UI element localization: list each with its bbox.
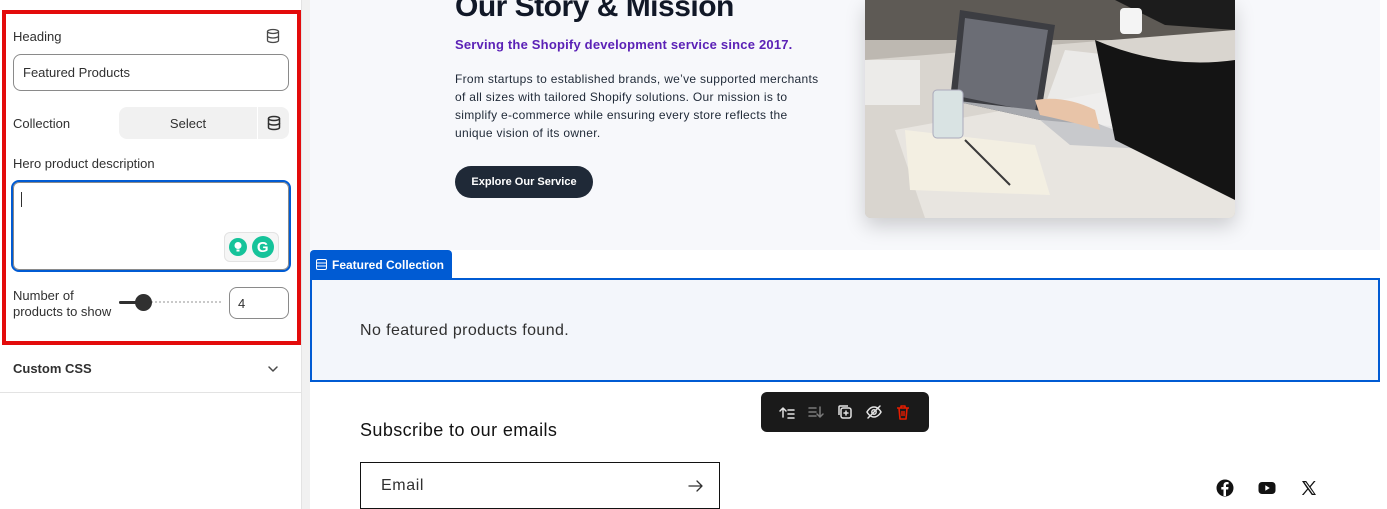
hero-image xyxy=(865,0,1235,218)
delete-icon[interactable] xyxy=(894,403,912,421)
custom-css-label: Custom CSS xyxy=(13,361,92,376)
sidebar-divider xyxy=(302,0,310,509)
move-down-icon[interactable] xyxy=(807,403,825,421)
arrow-right-icon[interactable] xyxy=(687,478,705,494)
num-products-label-line1: Number of xyxy=(13,288,74,303)
grammarly-icon[interactable]: G xyxy=(251,236,274,258)
x-icon[interactable] xyxy=(1300,479,1318,497)
section-icon xyxy=(316,259,327,270)
collection-label: Collection xyxy=(13,116,71,131)
hero-subtitle: Serving the Shopify development service … xyxy=(455,37,793,52)
custom-css-section[interactable]: Custom CSS xyxy=(0,348,301,393)
youtube-icon[interactable] xyxy=(1258,479,1276,497)
featured-collection-section[interactable]: No featured products found. xyxy=(310,278,1380,382)
hero-title: Our Story & Mission xyxy=(455,0,734,23)
collection-source-button[interactable] xyxy=(258,107,289,139)
num-products-label: Number of products to show xyxy=(13,288,111,320)
settings-sidebar: Heading Featured Products Collection Sel… xyxy=(0,0,302,509)
facebook-icon[interactable] xyxy=(1216,479,1234,497)
featured-collection-tag[interactable]: Featured Collection xyxy=(310,250,452,279)
hero-paragraph: From startups to established brands, we’… xyxy=(455,72,819,140)
grammarly-widget[interactable]: G xyxy=(224,232,279,262)
hero-description-label: Hero product description xyxy=(13,156,155,171)
email-input[interactable]: Email xyxy=(360,462,720,509)
collection-select-button[interactable]: Select xyxy=(119,107,257,139)
newsletter-title: Subscribe to our emails xyxy=(360,420,558,440)
num-products-input[interactable]: 4 xyxy=(229,287,289,319)
text-caret xyxy=(21,192,22,207)
featured-collection-tag-label: Featured Collection xyxy=(332,257,445,272)
duplicate-icon[interactable] xyxy=(836,403,854,421)
lightbulb-icon[interactable] xyxy=(229,238,248,256)
hero-description-textarea[interactable]: G xyxy=(11,180,291,272)
num-products-label-line2: products to show xyxy=(13,304,112,319)
move-up-icon[interactable] xyxy=(778,403,796,421)
database-icon xyxy=(267,115,280,131)
products-slider-thumb[interactable] xyxy=(135,294,152,311)
email-placeholder: Email xyxy=(381,477,425,494)
explore-service-button[interactable]: Explore Our Service xyxy=(455,166,593,198)
heading-input[interactable]: Featured Products xyxy=(13,54,289,91)
database-icon[interactable] xyxy=(265,28,281,44)
heading-label: Heading xyxy=(13,29,62,44)
chevron-down-icon xyxy=(268,366,278,372)
hide-icon[interactable] xyxy=(865,403,883,421)
empty-message: No featured products found. xyxy=(360,322,570,339)
section-toolbar xyxy=(761,392,929,432)
